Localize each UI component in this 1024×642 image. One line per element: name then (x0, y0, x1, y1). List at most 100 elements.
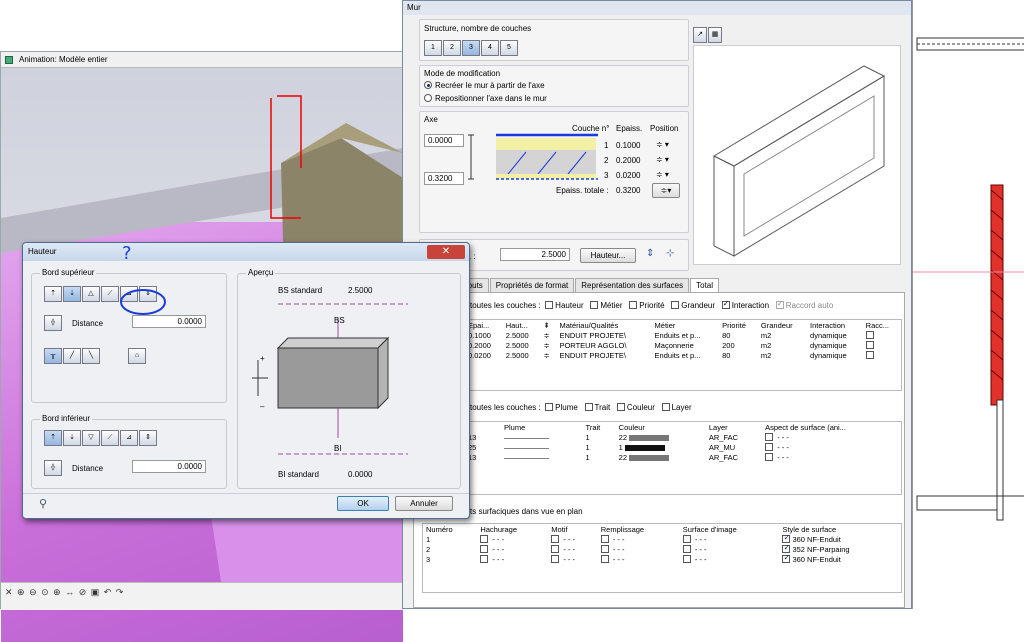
bottom-edge-roof-button[interactable]: ▽ (82, 430, 100, 446)
cancel-button[interactable]: Annuler (395, 496, 453, 511)
hauteur-dialog[interactable]: Hauteur ✕ Bord supérieur ⇡ ⇣ △ ⟋ ⊿ ⇕ ⟠ Distan… (22, 242, 470, 519)
surfaces-table: Numéro Hachurage Motif Remplissage Surfa… (423, 524, 901, 564)
cell[interactable]: - - - (548, 544, 597, 554)
preview-tool-2-icon[interactable]: ▦ (708, 27, 722, 43)
table-row[interactable]: 13 —————— 1 22 AR_FAC - - - (465, 432, 901, 442)
bottom-edge-slope-button[interactable]: ⟋ (101, 430, 119, 446)
cell[interactable]: - - - (477, 534, 548, 544)
cell[interactable]: - - - (598, 534, 680, 544)
check-layer[interactable] (661, 403, 670, 411)
cell: m2 (760, 340, 772, 350)
cell[interactable]: - - - (548, 554, 597, 564)
mode-option-repositionner[interactable]: Repositionner l'axe dans le mur (424, 94, 547, 103)
aspect-cell[interactable]: - - - (762, 442, 901, 452)
viewport-toolbar[interactable]: ✕ ⊕ ⊖ ⊙ ⊕ ↔ ⊘ ▣ ↶ ↷ (1, 582, 403, 610)
axe-top-field[interactable]: 0.0000 (424, 134, 464, 147)
cell[interactable]: 360 NF-Enduit (779, 553, 901, 564)
check-grandeur-label: Grandeur (681, 301, 716, 310)
profile-4-button[interactable]: ⌂ (128, 348, 147, 364)
total-position-select[interactable]: ≑▾ (652, 183, 680, 198)
cell[interactable]: - - - (680, 554, 780, 564)
distance-top-label: Distance (72, 319, 104, 328)
cell[interactable]: - - - (548, 534, 597, 544)
radio-recreer[interactable] (424, 81, 432, 89)
table-row[interactable]: 0.2000 2.5000 ≑ PORTEUR AGGLO\ Maçonnerie 200… (465, 340, 901, 350)
table-row[interactable]: 0.1000 2.5000 ≑ ENDUIT PROJETE\ Enduits et p… (465, 330, 901, 340)
cell[interactable]: - - - (477, 554, 548, 564)
height-arrows-icon[interactable]: ⇕ (646, 248, 654, 259)
bottom-edge-down-button[interactable]: ⇣ (63, 430, 81, 446)
raccord-check[interactable] (863, 330, 901, 340)
layers-3-button[interactable]: 3 (462, 40, 480, 56)
height-plus-icon[interactable]: ⊹ (666, 248, 674, 259)
check-grandeur[interactable] (671, 301, 680, 309)
cell[interactable]: 360 NF-Enduit (779, 533, 901, 544)
aspect-cell[interactable]: - - - (762, 432, 901, 442)
distance-top-field[interactable]: 0.0000 (132, 315, 206, 328)
table-row[interactable]: 2 - - - - - - - - - - - - 352 NF-Parpaing (423, 543, 901, 554)
raccord-check[interactable] (863, 350, 901, 360)
cell: 360 NF-Enduit (792, 534, 841, 544)
check-trait[interactable] (584, 403, 593, 411)
check-hauteur[interactable] (545, 301, 554, 309)
layer-1-n: 1 (604, 141, 609, 150)
tab-total[interactable]: Total (690, 278, 720, 292)
check-plume[interactable] (545, 403, 554, 411)
pipette-icon[interactable]: ⚲ (39, 497, 47, 510)
distance-bottom-field[interactable]: 0.0000 (132, 460, 206, 473)
mur-dialog[interactable]: Mur Structure, nombre de couches 12345 M… (402, 0, 912, 609)
hauteur-row-field[interactable]: 2.5000 (500, 248, 570, 261)
table-row[interactable]: 3 - - - - - - - - - - - - 360 NF-Enduit (423, 553, 901, 564)
profile-2-button[interactable]: ╱ (63, 348, 81, 364)
table-row[interactable]: 25 —————— 1 1 AR_MU - - - (465, 442, 901, 452)
layer-3-position-icon[interactable]: ≑ ▾ (656, 170, 669, 179)
check-interaction[interactable] (721, 299, 730, 309)
radio-repositionner[interactable] (424, 94, 432, 102)
top-edge-slope-button[interactable]: ⟋ (101, 286, 119, 302)
cell: 2.5000 (505, 330, 529, 340)
top-edge-up-button[interactable]: ⇡ (44, 286, 62, 302)
table-row[interactable]: 1 - - - - - - - - - - - - 360 NF-Enduit (423, 533, 901, 544)
bottom-edge-plane-button[interactable]: ⊿ (120, 430, 138, 446)
distance-bottom-icon[interactable]: ⟠ (44, 460, 63, 476)
layers-2-button[interactable]: 2 (443, 40, 461, 56)
tab-proprietes-format[interactable]: Propriétés de format (489, 278, 575, 292)
top-edge-down-button[interactable]: ⇣ (63, 286, 81, 302)
structure-group: Structure, nombre de couches 12345 (419, 19, 689, 61)
layers-1-button[interactable]: 1 (424, 40, 442, 56)
layers-4-button[interactable]: 4 (481, 40, 499, 56)
cell[interactable]: - - - (680, 544, 780, 554)
layers-5-button[interactable]: 5 (500, 40, 518, 56)
close-icon[interactable]: ✕ (427, 245, 465, 259)
ok-button[interactable]: OK (337, 496, 389, 511)
axe-bottom-field[interactable]: 0.3200 (424, 172, 464, 185)
cell[interactable]: 352 NF-Parpaing (779, 543, 901, 554)
col-interaction: Interaction (810, 320, 846, 330)
mode-option-recreer[interactable]: Recréer le mur à partir de l'axe (424, 81, 545, 90)
hauteur-button[interactable]: Hauteur... (580, 248, 636, 263)
cell[interactable]: - - - (477, 544, 548, 554)
table-row[interactable]: 13 —————— 1 22 AR_FAC - - - (465, 452, 901, 462)
tab-representation-surfaces[interactable]: Représentation des surfaces (575, 278, 690, 292)
layer-2-position-icon[interactable]: ≑ ▾ (656, 155, 669, 164)
preview-tool-1-icon[interactable]: ↗ (693, 27, 707, 43)
cell[interactable]: - - - (598, 544, 680, 554)
bottom-edge-stepper-button[interactable]: ⇕ (139, 430, 157, 446)
all-layers-row-2: toutes les couches : Plume Trait Couleur… (470, 403, 692, 412)
distance-top-icon[interactable]: ⟠ (44, 315, 63, 331)
check-raccord-auto[interactable] (775, 299, 784, 309)
check-priorite[interactable] (629, 301, 638, 309)
bottom-edge-up-button[interactable]: ⇡ (44, 430, 62, 446)
plan-view[interactable] (912, 0, 1024, 609)
raccord-check[interactable] (863, 340, 901, 350)
cell[interactable]: - - - (680, 534, 780, 544)
table-row[interactable]: 0.0200 2.5000 ≑ ENDUIT PROJETE\ Enduits et p… (465, 350, 901, 360)
top-edge-roof-button[interactable]: △ (82, 286, 100, 302)
layer-1-position-icon[interactable]: ≑ ▾ (656, 140, 669, 149)
check-couleur[interactable] (616, 403, 625, 411)
profile-1-button[interactable]: ╥ (44, 348, 62, 364)
profile-3-button[interactable]: ╲ (82, 348, 100, 364)
check-metier[interactable] (590, 301, 599, 309)
aspect-cell[interactable]: - - - (762, 452, 901, 462)
cell[interactable]: - - - (598, 554, 680, 564)
